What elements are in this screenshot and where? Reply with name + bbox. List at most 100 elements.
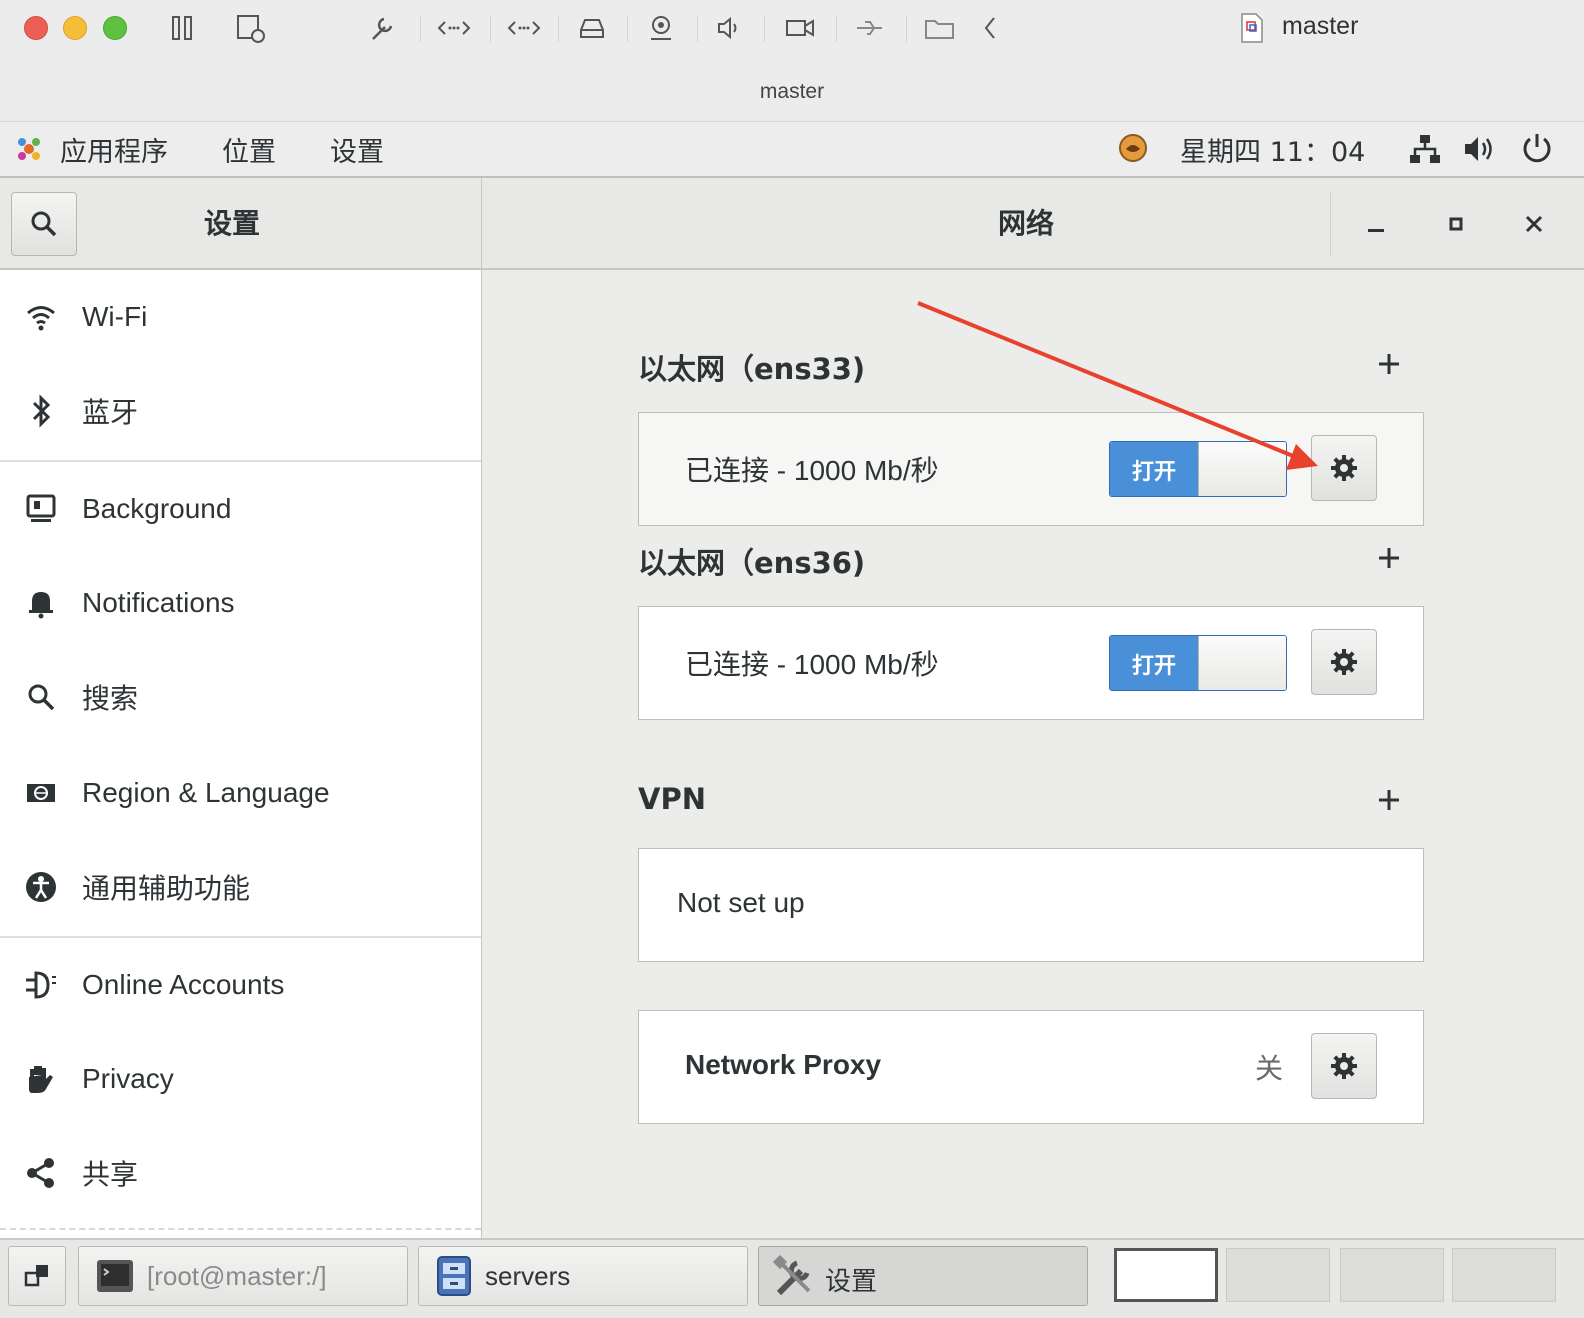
pause-icon[interactable]: [164, 10, 200, 46]
add-ethernet1-button[interactable]: [1374, 346, 1404, 386]
vpn-card: Not set up: [638, 848, 1424, 962]
sidebar-item-label: Background: [82, 493, 232, 524]
maximize-button[interactable]: [1428, 196, 1484, 252]
video-camera-icon[interactable]: [782, 10, 818, 46]
bottom-taskbar: [root@master:/] servers 设置: [0, 1238, 1584, 1318]
wifi-icon: [24, 300, 58, 334]
network-proxy-state: 关: [1255, 1053, 1284, 1084]
chevron-left-icon[interactable]: [972, 10, 1008, 46]
file-cabinet-icon: [435, 1255, 473, 1304]
search-button[interactable]: [11, 192, 77, 256]
settings-sidebar: Wi-Fi 蓝牙 Background Notifications 搜索 Reg…: [0, 270, 482, 1238]
vpn-status: Not set up: [677, 887, 805, 918]
shared-folder-icon[interactable]: [922, 10, 958, 46]
clock[interactable]: 星期四 11：04: [1180, 130, 1365, 169]
settings-menu[interactable]: 设置: [330, 130, 384, 169]
gnome-foot-icon: [14, 134, 44, 171]
close-icon: [1525, 215, 1543, 233]
speaker-icon[interactable]: [712, 10, 748, 46]
sidebar-item-label: Online Accounts: [82, 969, 285, 1000]
zoom-window-light[interactable]: [103, 16, 127, 40]
network-proxy-label: Network Proxy: [685, 1049, 882, 1080]
sidebar-item-label: 共享: [82, 1159, 139, 1190]
wrench-icon[interactable]: [364, 10, 400, 46]
ethernet1-switch[interactable]: 打开: [1109, 441, 1287, 497]
ethernet2-status: 已连接 - 1000 Mb/秒: [685, 649, 939, 680]
vpn-section-title: VPN: [638, 782, 706, 816]
webcam-icon[interactable]: [643, 10, 679, 46]
switch-on-label: 打开: [1110, 636, 1198, 690]
online-accounts-icon: [24, 968, 58, 1002]
minimize-button[interactable]: [1348, 196, 1404, 252]
sidebar-item-search[interactable]: 搜索: [0, 650, 481, 744]
workspace-4[interactable]: [1452, 1248, 1556, 1302]
snapshot-icon[interactable]: [232, 10, 268, 46]
minimize-window-light[interactable]: [63, 16, 87, 40]
ethernet1-card: 已连接 - 1000 Mb/秒 打开: [638, 412, 1424, 526]
gear-icon: [1331, 649, 1357, 675]
taskbar-item-label: [root@master:/]: [147, 1261, 327, 1291]
sidebar-item-label: 蓝牙: [82, 397, 139, 428]
maximize-icon: [1449, 217, 1463, 231]
ethernet2-switch[interactable]: 打开: [1109, 635, 1287, 691]
close-button[interactable]: [1506, 196, 1562, 252]
sidebar-item-label: 通用辅助功能: [82, 873, 251, 904]
ethernet1-settings-button[interactable]: [1311, 435, 1377, 501]
switch-knob: [1198, 442, 1286, 496]
sidebar-item-accessibility[interactable]: 通用辅助功能: [0, 840, 481, 934]
ethernet2-settings-button[interactable]: [1311, 629, 1377, 695]
taskbar-item-terminal[interactable]: [root@master:/]: [78, 1246, 408, 1306]
settings-sidebar-header: 设置: [0, 178, 482, 270]
network-proxy-settings-button[interactable]: [1311, 1033, 1377, 1099]
workspace-3[interactable]: [1340, 1248, 1444, 1302]
add-ethernet2-button[interactable]: [1374, 540, 1404, 580]
drive-icon[interactable]: [574, 10, 610, 46]
sidebar-item-wifi[interactable]: Wi-Fi: [0, 270, 481, 364]
plus-icon: [1379, 548, 1399, 568]
add-vpn-button[interactable]: [1374, 782, 1404, 822]
sidebar-item-background[interactable]: Background: [0, 462, 481, 556]
host-window-subtitle: master: [759, 80, 825, 103]
close-window-light[interactable]: [24, 16, 48, 40]
gear-icon: [1331, 1053, 1357, 1079]
code-arrows-icon[interactable]: [436, 10, 472, 46]
search-icon: [24, 680, 58, 714]
workspace-1[interactable]: [1114, 1248, 1218, 1302]
gear-icon: [1331, 455, 1357, 481]
tools-icon: [772, 1254, 817, 1306]
sidebar-item-label: Region & Language: [82, 777, 330, 808]
sidebar-item-bluetooth[interactable]: 蓝牙: [0, 364, 481, 458]
network-panel: 以太网（ens33) 已连接 - 1000 Mb/秒 打开 以太网（ens36)…: [482, 270, 1584, 1238]
host-title-bar: master master: [0, 0, 1584, 122]
search-icon: [31, 211, 57, 237]
power-icon[interactable]: [1520, 131, 1554, 172]
sidebar-item-region[interactable]: Region & Language: [0, 746, 481, 840]
switch-on-label: 打开: [1110, 442, 1198, 496]
region-icon: [24, 776, 58, 810]
taskbar-item-servers[interactable]: servers: [418, 1246, 748, 1306]
plus-icon: [1379, 354, 1399, 374]
sidebar-item-notifications[interactable]: Notifications: [0, 556, 481, 650]
taskbar-item-label: servers: [485, 1261, 571, 1291]
switch-knob: [1198, 636, 1286, 690]
show-desktop-button[interactable]: [8, 1246, 66, 1306]
settings-title: 设置: [204, 207, 261, 240]
taskbar-item-settings[interactable]: 设置: [758, 1246, 1088, 1306]
network-proxy-card[interactable]: Network Proxy 关: [638, 1010, 1424, 1124]
sidebar-item-privacy[interactable]: Privacy: [0, 1032, 481, 1126]
minimize-icon: [1368, 229, 1384, 232]
sidebar-item-sharing[interactable]: 共享: [0, 1126, 481, 1220]
places-menu[interactable]: 位置: [222, 130, 276, 169]
volume-icon[interactable]: [1462, 132, 1498, 173]
usb-icon[interactable]: [852, 10, 888, 46]
share-icon: [24, 1156, 58, 1190]
code-arrows-icon[interactable]: [506, 10, 542, 46]
workspace-2[interactable]: [1226, 1248, 1330, 1302]
document-icon: [1240, 12, 1264, 48]
user-avatar-icon[interactable]: [1118, 133, 1148, 170]
sidebar-item-label: Wi-Fi: [82, 301, 148, 332]
applications-menu[interactable]: 应用程序: [60, 130, 168, 169]
sidebar-item-online-accounts[interactable]: Online Accounts: [0, 938, 481, 1032]
network-wired-icon[interactable]: [1408, 132, 1442, 173]
bluetooth-icon: [24, 394, 58, 428]
